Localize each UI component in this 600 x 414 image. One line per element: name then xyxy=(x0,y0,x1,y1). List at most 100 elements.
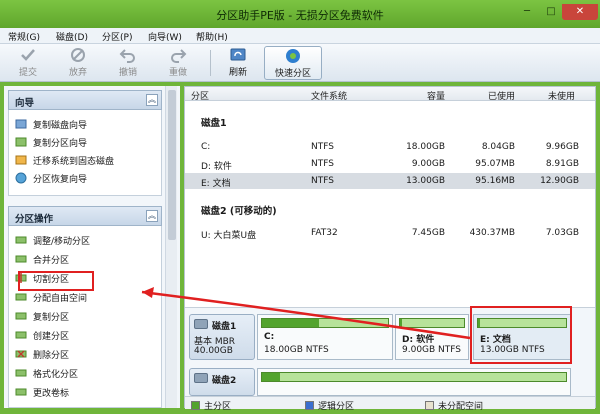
sidebar-item-label: 迁移系统到固态磁盘 xyxy=(33,157,115,167)
sidebar-item-label: 分配自由空间 xyxy=(33,294,88,304)
sidebar-item-merge[interactable]: 合并分区 xyxy=(15,251,161,267)
sidebar-scrollbar[interactable] xyxy=(165,86,177,408)
toolbar-separator xyxy=(210,50,211,76)
sidebar-item-partition-recovery[interactable]: 分区恢复向导 xyxy=(15,170,161,186)
partition-block-c[interactable]: C: 18.00GB NTFS xyxy=(257,314,393,360)
disk2-card[interactable]: 磁盘2 xyxy=(189,368,255,396)
primary-swatch xyxy=(191,401,200,410)
cell-partition: D: 软件 xyxy=(201,162,232,172)
maximize-button[interactable]: □ xyxy=(540,4,562,20)
sidebar-item-copy-partition-op[interactable]: 复制分区 xyxy=(15,308,161,324)
table-header: 分区 文件系统 容量 已使用 未使用 xyxy=(185,87,595,102)
sidebar-item-label: 合并分区 xyxy=(33,256,70,266)
chevron-up-icon[interactable]: ︽ xyxy=(146,94,158,106)
sidebar-item-create-partition[interactable]: 创建分区 xyxy=(15,327,161,343)
sidebar-item-change-label[interactable]: 更改卷标 xyxy=(15,384,161,400)
usage-bar-fill xyxy=(262,373,281,381)
sidebar-scrollbar-thumb[interactable] xyxy=(168,90,176,240)
wizard-panel-header[interactable]: 向导 ︽ xyxy=(8,90,162,110)
discard-label: 放弃 xyxy=(68,68,87,78)
cell-capacity: 13.00GB xyxy=(406,176,445,186)
legend-primary: 主分区 xyxy=(191,399,231,412)
sidebar-item-allocate-free-space[interactable]: 分配自由空间 xyxy=(15,289,161,305)
menu-general[interactable]: 常规(G) xyxy=(8,30,40,43)
wizard-panel-title: 向导 xyxy=(15,98,35,109)
quick-partition-button[interactable]: 快速分区 xyxy=(264,46,322,80)
cell-used: 430.37MB xyxy=(469,228,515,238)
cell-free: 12.90GB xyxy=(540,176,579,186)
disk1-card-size: 40.00GB xyxy=(194,346,233,356)
minimize-button[interactable]: ─ xyxy=(516,4,538,20)
disk1-card-name: 磁盘1 xyxy=(212,322,237,332)
partition-block-d[interactable]: D: 软件 9.00GB NTFS xyxy=(395,314,469,360)
annotation-box-split xyxy=(18,271,94,291)
redo-label: 重做 xyxy=(168,68,187,78)
sidebar-item-format-partition[interactable]: 格式化分区 xyxy=(15,365,161,381)
delete-icon xyxy=(15,350,27,358)
copy-disk-icon xyxy=(15,119,27,129)
table-row[interactable]: D: 软件 NTFS 9.00GB 95.07MB 8.91GB xyxy=(185,156,595,172)
label-icon xyxy=(15,388,27,396)
sidebar-item-label: 复制磁盘向导 xyxy=(33,121,88,131)
cell-used: 95.16MB xyxy=(475,176,515,186)
redo-icon xyxy=(171,49,187,63)
disk1-card[interactable]: 磁盘1 基本 MBR 40.00GB xyxy=(189,314,255,360)
migrate-icon xyxy=(15,155,27,165)
sidebar-item-migrate-os[interactable]: 迁移系统到固态磁盘 xyxy=(15,152,161,168)
table-row[interactable]: U: 大白菜U盘 FAT32 7.45GB 430.37MB 7.03GB xyxy=(185,225,595,241)
table-row-selected[interactable]: E: 文档 NTFS 13.00GB 95.16MB 12.90GB xyxy=(185,173,595,189)
wizard-panel-body: 复制磁盘向导 复制分区向导 迁移系统到固态磁盘 分区恢复向导 xyxy=(8,110,162,196)
sidebar-item-copy-disk[interactable]: 复制磁盘向导 xyxy=(15,116,161,132)
sidebar-item-label: 更改卷标 xyxy=(33,389,70,399)
chevron-up-icon[interactable]: ︽ xyxy=(146,210,158,222)
cell-filesystem: NTFS xyxy=(311,176,334,186)
undo-button[interactable]: 撤销 xyxy=(110,46,146,80)
title-bar: 分区助手PE版 - 无损分区免费软件 ─ □ ✕ xyxy=(0,0,600,28)
cell-used: 95.07MB xyxy=(475,159,515,169)
menu-disk[interactable]: 磁盘(D) xyxy=(56,30,88,43)
disk-icon xyxy=(194,319,208,329)
cell-filesystem: FAT32 xyxy=(311,228,338,238)
submit-button[interactable]: 提交 xyxy=(10,46,46,80)
sidebar-item-label: 格式化分区 xyxy=(33,370,79,380)
col-partition[interactable]: 分区 xyxy=(191,89,209,102)
legend-logical-label: 逻辑分区 xyxy=(318,402,355,412)
col-used[interactable]: 已使用 xyxy=(475,89,515,102)
partition-block-u[interactable] xyxy=(257,368,571,396)
sidebar-item-label: 删除分区 xyxy=(33,351,70,361)
table-row[interactable]: C: NTFS 18.00GB 8.04GB 9.96GB xyxy=(185,139,595,155)
ops-panel-header[interactable]: 分区操作 ︽ xyxy=(8,206,162,226)
sidebar-item-resize-move[interactable]: 调整/移动分区 xyxy=(15,232,161,248)
discard-button[interactable]: 放弃 xyxy=(60,46,96,80)
sidebar-item-delete-partition[interactable]: 删除分区 xyxy=(15,346,161,362)
cell-capacity: 18.00GB xyxy=(406,142,445,152)
discard-icon xyxy=(71,48,85,62)
usage-bar xyxy=(399,318,465,328)
sidebar-item-copy-partition[interactable]: 复制分区向导 xyxy=(15,134,161,150)
sidebar: 向导 ︽ 复制磁盘向导 复制分区向导 迁移系统到固态磁盘 分区恢复向导 分区操作… xyxy=(4,86,180,408)
cell-filesystem: NTFS xyxy=(311,142,334,152)
menu-partition[interactable]: 分区(P) xyxy=(102,30,132,43)
sidebar-item-label: 调整/移动分区 xyxy=(33,237,91,247)
allocate-icon xyxy=(15,293,27,301)
sidebar-item-label: 复制分区 xyxy=(33,313,70,323)
menu-wizard[interactable]: 向导(W) xyxy=(148,30,182,43)
toolbar: 提交 放弃 撤销 重做 刷新 快速分区 xyxy=(0,44,600,82)
redo-button[interactable]: 重做 xyxy=(160,46,196,80)
refresh-button[interactable]: 刷新 xyxy=(220,46,256,80)
window-title: 分区助手PE版 - 无损分区免费软件 xyxy=(216,9,384,22)
col-filesystem[interactable]: 文件系统 xyxy=(311,89,347,102)
sidebar-item-label: 复制分区向导 xyxy=(33,139,88,149)
legend-unallocated-label: 未分配空间 xyxy=(438,402,484,412)
legend-bar: 主分区 逻辑分区 未分配空间 xyxy=(185,396,595,412)
format-icon xyxy=(15,369,27,377)
create-icon xyxy=(15,331,27,339)
col-free[interactable]: 未使用 xyxy=(535,89,575,102)
disk2-heading: 磁盘2 (可移动的) xyxy=(201,206,277,217)
disk2-card-name: 磁盘2 xyxy=(212,376,237,386)
menu-help[interactable]: 帮助(H) xyxy=(196,30,228,43)
close-button[interactable]: ✕ xyxy=(562,4,598,20)
cell-free: 7.03GB xyxy=(545,228,579,238)
submit-label: 提交 xyxy=(18,68,37,78)
col-capacity[interactable]: 容量 xyxy=(405,89,445,102)
